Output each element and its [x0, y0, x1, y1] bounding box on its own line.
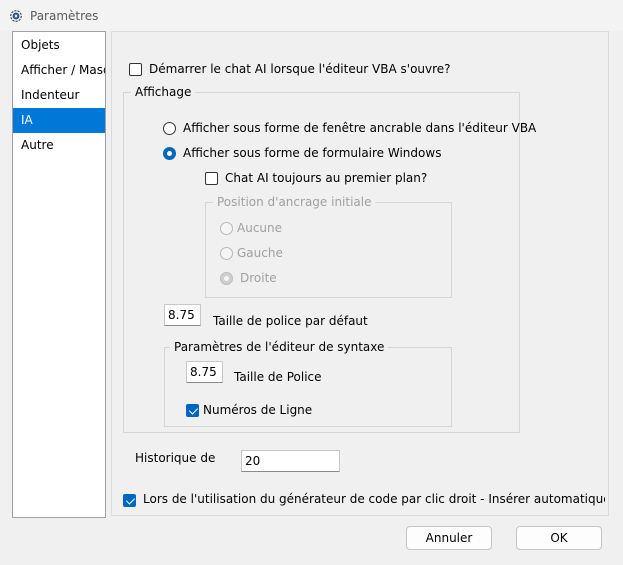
dock-left-radio[interactable] — [220, 247, 233, 260]
nav-item-afficher-masquer[interactable]: Afficher / Masquer — [13, 58, 105, 83]
syntax-font-size-label: Taille de Police — [234, 370, 322, 384]
settings-gear-icon — [10, 10, 22, 22]
dock-left-label: Gauche — [237, 246, 283, 260]
window-title: Paramètres — [30, 9, 99, 23]
dock-position-legend: Position d'ancrage initiale — [213, 195, 376, 209]
history-label: Historique de — [135, 451, 216, 465]
syntax-editor-legend: Paramètres de l'éditeur de syntaxe — [170, 340, 389, 354]
auto-insert-checkbox[interactable] — [123, 494, 136, 507]
cancel-button[interactable]: Annuler — [406, 526, 492, 550]
start-chat-checkbox[interactable] — [129, 63, 142, 76]
nav-item-ia[interactable]: IA — [13, 108, 105, 133]
dock-right-label: Droite — [240, 271, 277, 285]
default-font-size-label: Taille de police par défaut — [213, 314, 368, 328]
ok-button[interactable]: OK — [516, 526, 602, 550]
nav-item-indenteur[interactable]: Indenteur — [13, 83, 105, 108]
syntax-font-size-input[interactable] — [186, 361, 223, 383]
dock-none-radio[interactable] — [220, 222, 233, 235]
history-label-clip: Historique de — [135, 451, 235, 471]
title-bar: Paramètres — [0, 0, 623, 31]
always-on-top-label[interactable]: Chat AI toujours au premier plan? — [225, 171, 427, 185]
windows-form-radio[interactable] — [163, 147, 176, 160]
nav-item-objets[interactable]: Objets — [13, 33, 105, 58]
windows-form-label[interactable]: Afficher sous forme de formulaire Window… — [183, 146, 441, 160]
affichage-legend: Affichage — [131, 85, 196, 99]
always-on-top-checkbox[interactable] — [205, 172, 218, 185]
line-numbers-label[interactable]: Numéros de Ligne — [203, 403, 312, 417]
dockable-window-label[interactable]: Afficher sous forme de fenêtre ancrable … — [183, 121, 536, 135]
line-numbers-checkbox[interactable] — [186, 404, 199, 417]
auto-insert-label[interactable]: Lors de l'utilisation du générateur de c… — [143, 492, 605, 506]
dock-right-radio[interactable] — [220, 272, 233, 285]
settings-category-list[interactable]: Objets Afficher / Masquer Indenteur IA A… — [12, 31, 106, 518]
start-chat-label[interactable]: Démarrer le chat AI lorsque l'éditeur VB… — [149, 62, 451, 76]
auto-insert-label-clip: Lors de l'utilisation du générateur de c… — [143, 492, 605, 510]
dock-none-label: Aucune — [237, 221, 283, 235]
dockable-window-radio[interactable] — [163, 122, 176, 135]
nav-item-autre[interactable]: Autre — [13, 133, 105, 158]
history-input[interactable] — [241, 450, 340, 472]
default-font-size-input[interactable] — [164, 304, 201, 326]
